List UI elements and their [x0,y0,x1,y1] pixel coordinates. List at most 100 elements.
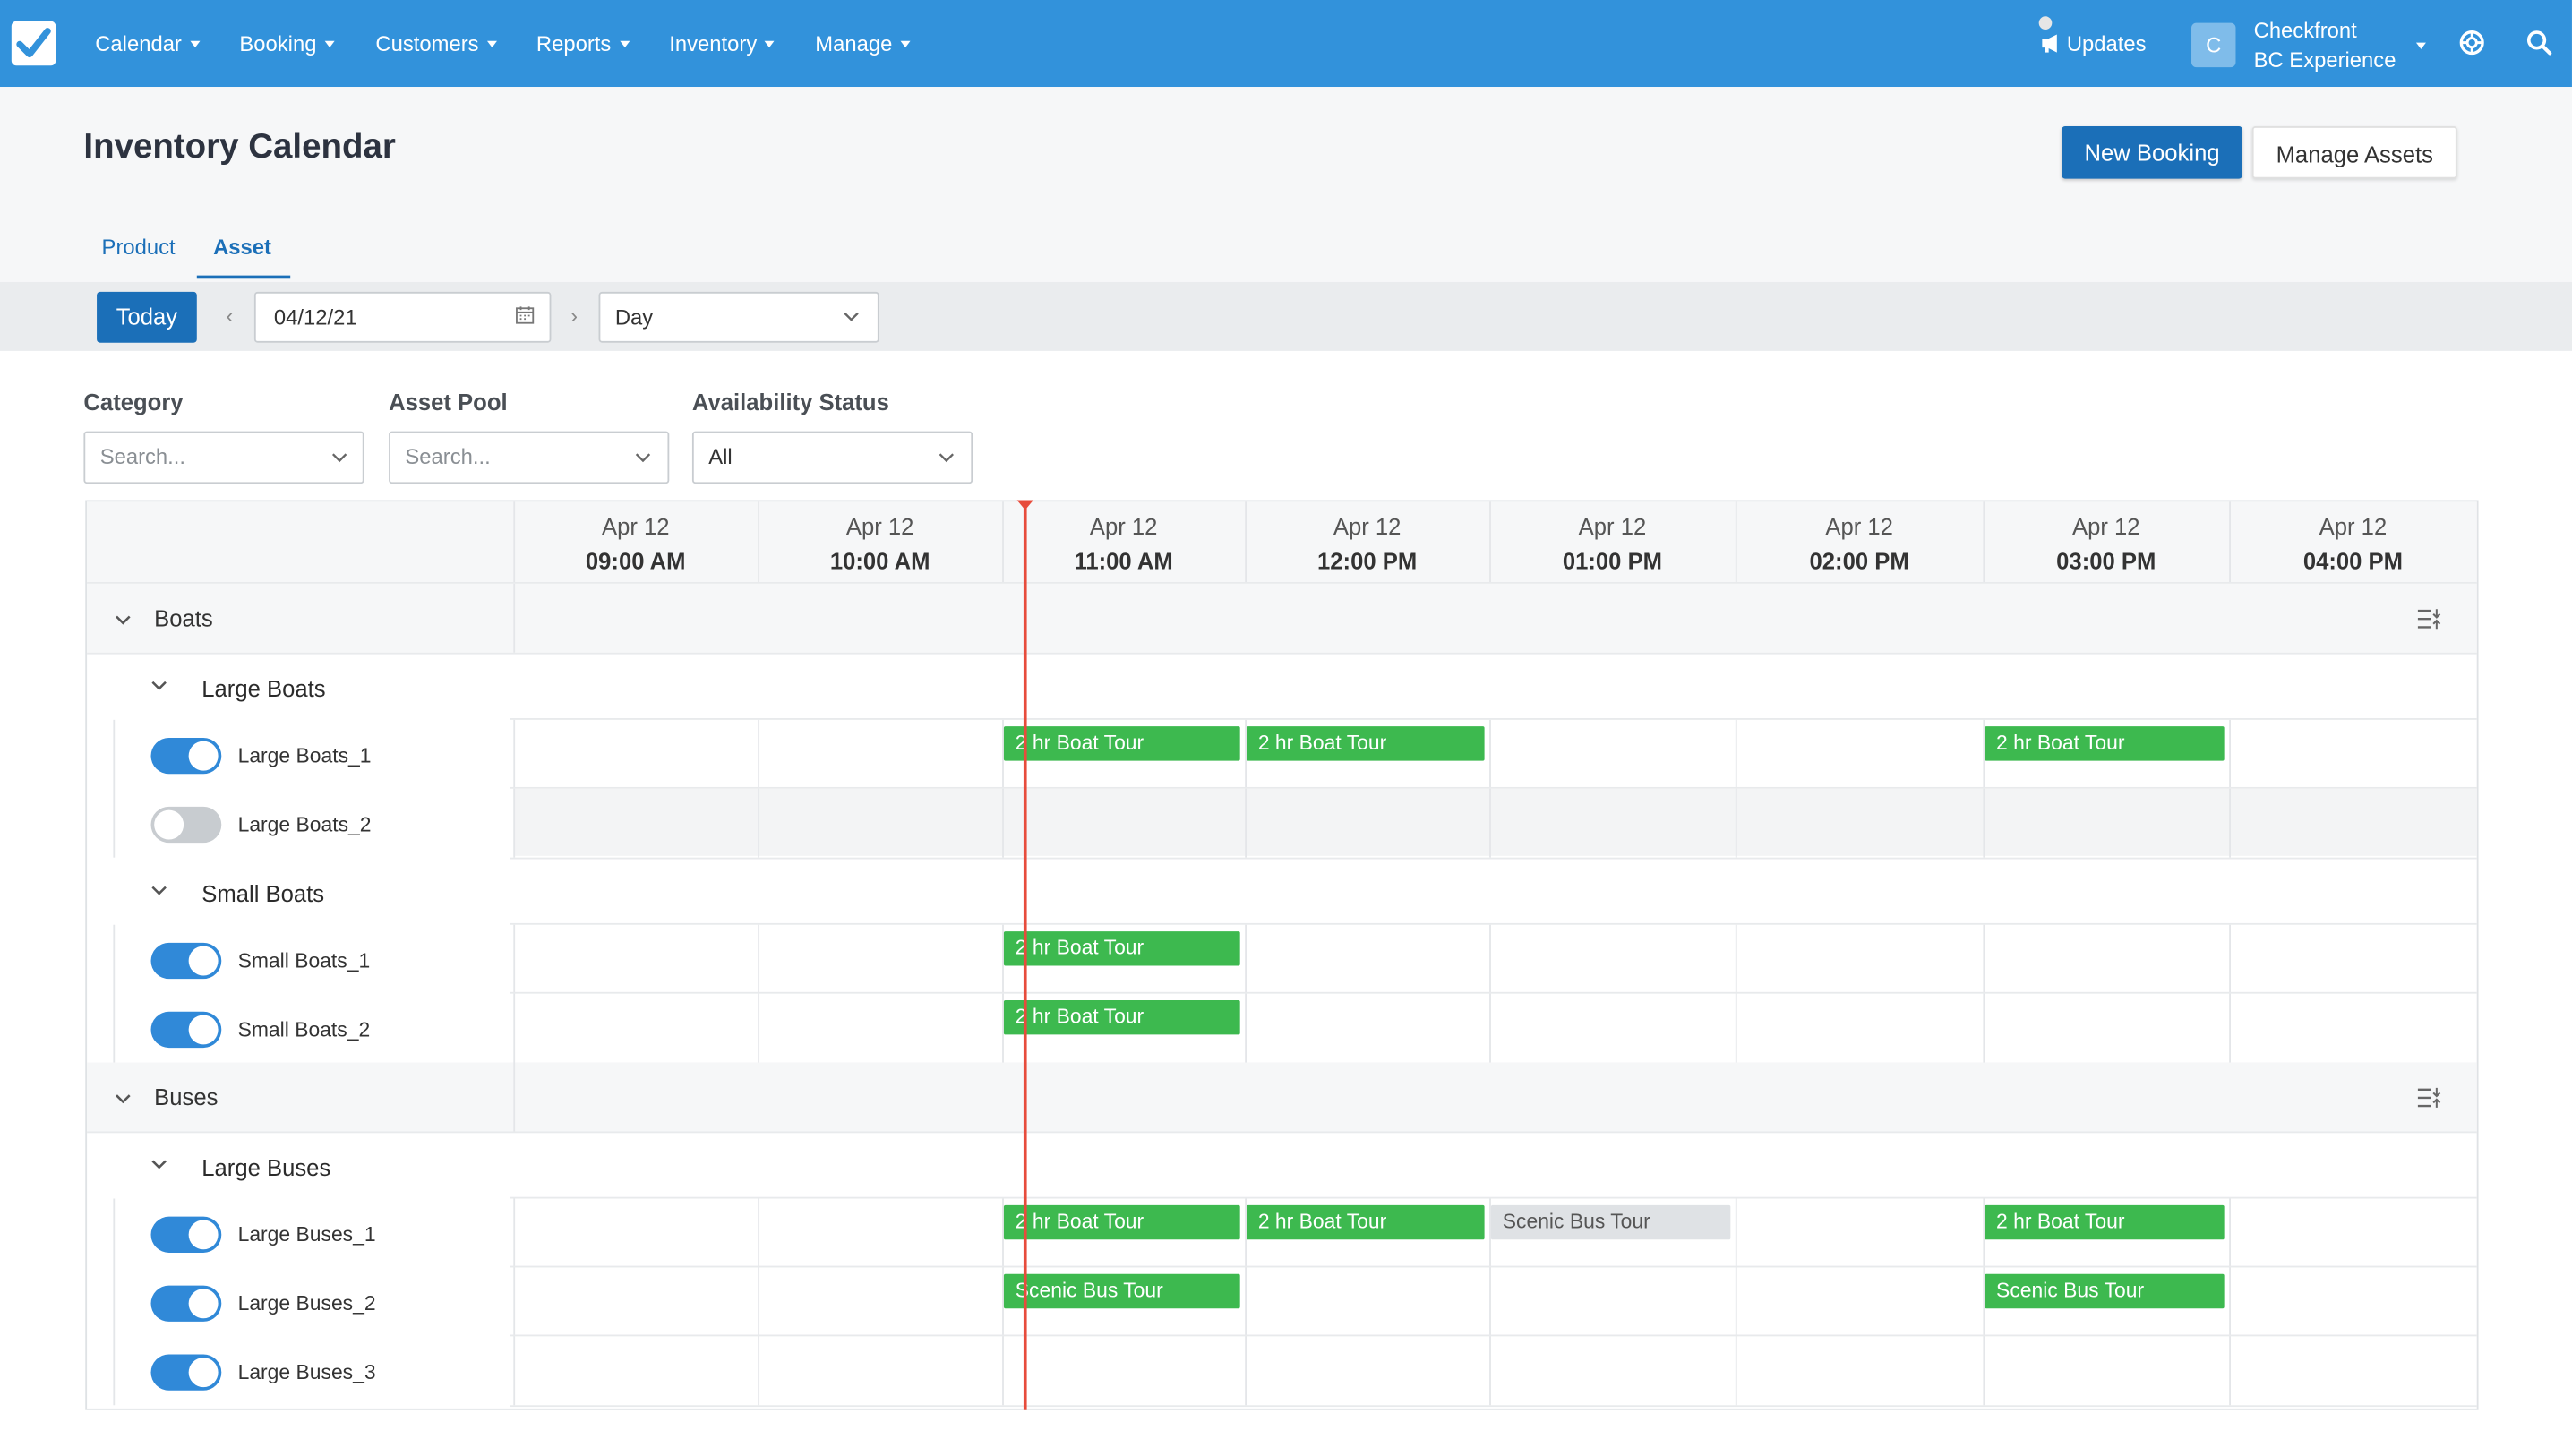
column-divider [2229,788,2231,858]
asset-label: Large Boats_2 [237,813,372,836]
tree-guide [113,924,116,1063]
column-time: 04:00 PM [2302,547,2404,574]
booking-block[interactable]: 2 hr Boat Tour [1003,999,1240,1035]
search-icon[interactable] [2526,30,2552,56]
nav-item-reports[interactable]: Reports [536,30,630,59]
column-divider [513,993,516,1063]
column-divider [1002,1336,1004,1406]
subgroup-collapse-chevron-icon[interactable] [151,1160,167,1169]
next-day-icon[interactable]: › [564,304,584,330]
column-divider [1489,501,1491,583]
column-time: 09:00 AM [585,547,686,574]
sort-filter-icon[interactable] [2417,1087,2442,1109]
category-label: Category [83,388,184,415]
column-divider [1489,788,1491,858]
category-placeholder: Search... [99,444,186,469]
avatar[interactable]: C [2191,22,2236,68]
column-time: 01:00 PM [1562,547,1663,574]
booking-block[interactable]: 2 hr Boat Tour [1247,726,1485,761]
asset-toggle[interactable] [150,806,222,844]
booking-block[interactable]: 2 hr Boat Tour [1985,726,2225,761]
subgroup-collapse-chevron-icon[interactable] [151,886,167,895]
updates-button[interactable]: Updates [2038,16,2147,59]
nav-item-manage[interactable]: Manage [815,30,911,59]
manage-assets-button[interactable]: Manage Assets [2251,125,2457,179]
asset-toggle[interactable] [150,942,222,980]
asset-toggle[interactable] [150,1216,222,1253]
column-date: Apr 12 [1578,513,1647,540]
asset-label: Large Boats_1 [237,744,372,767]
column-header: Apr 12 04:00 PM [2229,501,2477,582]
row-divider [87,652,2477,655]
toggle-knob [188,946,219,976]
nav-item-booking[interactable]: Booking [239,30,335,59]
column-header: Apr 12 11:00 AM [1002,501,1245,582]
caret-down-icon [324,40,335,48]
asset-pool-select[interactable]: Search... [389,431,670,484]
nav-item-label: Reports [536,30,612,56]
booking-block[interactable]: 2 hr Boat Tour [1003,931,1240,966]
tab-product[interactable]: Product [102,235,176,261]
lifebuoy-icon[interactable] [2459,30,2485,56]
column-date: Apr 12 [2319,513,2388,540]
calendar-icon[interactable] [515,305,535,325]
availability-status-label: Availability Status [691,388,889,415]
date-input[interactable]: 04/12/21 [253,291,552,343]
group-row [87,583,2477,653]
nav-item-calendar[interactable]: Calendar [95,30,201,59]
column-divider [1245,924,1247,994]
toggle-knob [188,1220,219,1250]
nav-item-inventory[interactable]: Inventory [669,30,776,59]
caret-down-icon [900,40,911,48]
toggle-knob [188,741,219,771]
checkfront-logo-icon[interactable] [11,21,56,66]
column-divider [2229,1267,2231,1337]
booking-block[interactable]: Scenic Bus Tour [1003,1273,1240,1309]
group-collapse-chevron-icon[interactable] [115,1093,131,1104]
column-divider [1245,788,1247,858]
column-divider [1489,1267,1491,1337]
nav-item-customers[interactable]: Customers [375,30,497,59]
booking-block[interactable]: Scenic Bus Tour [1490,1204,1731,1240]
row-divider [510,991,2477,994]
toggle-knob [188,1358,219,1388]
column-date: Apr 12 [845,513,914,540]
nav-item-label: Customers [375,30,479,56]
new-booking-button[interactable]: New Booking [2062,125,2242,179]
column-date: Apr 12 [1089,513,1158,540]
view-select[interactable]: Day [598,291,879,343]
booking-block[interactable]: 2 hr Boat Tour [1247,1204,1485,1240]
nav-item-label: Inventory [669,30,758,56]
group-collapse-chevron-icon[interactable] [115,615,131,625]
asset-toggle[interactable] [150,1011,222,1049]
column-time: 02:00 PM [1809,547,1909,574]
asset-label: Large Buses_2 [237,1291,376,1315]
tab-asset[interactable]: Asset [213,235,271,261]
account-menu[interactable]: Checkfront BC Experience [2254,16,2396,75]
column-divider [2229,1198,2231,1268]
subgroup-collapse-chevron-icon[interactable] [151,681,167,690]
asset-toggle[interactable] [150,1285,222,1322]
chevron-down-icon [331,453,347,463]
nav-item-label: Booking [239,30,317,56]
sort-filter-icon[interactable] [2417,608,2442,630]
today-button[interactable]: Today [97,291,197,343]
asset-label: Large Buses_3 [237,1360,376,1384]
column-divider [513,1267,516,1337]
column-divider [1245,501,1247,583]
booking-block[interactable]: Scenic Bus Tour [1985,1273,2225,1309]
availability-status-select[interactable]: All [691,431,973,484]
prev-day-icon[interactable]: ‹ [219,304,239,330]
asset-toggle[interactable] [150,1354,222,1391]
caret-down-icon [190,40,201,48]
account-caret-icon[interactable] [2415,42,2426,49]
row-divider [510,718,2477,720]
category-select[interactable]: Search... [83,431,364,484]
column-divider [513,583,516,653]
booking-block[interactable]: 2 hr Boat Tour [1003,1204,1240,1240]
asset-toggle[interactable] [150,737,222,775]
availability-status-value: All [708,444,733,469]
booking-block[interactable]: 2 hr Boat Tour [1003,726,1240,761]
column-date: Apr 12 [1333,513,1402,540]
booking-block[interactable]: 2 hr Boat Tour [1985,1204,2225,1240]
